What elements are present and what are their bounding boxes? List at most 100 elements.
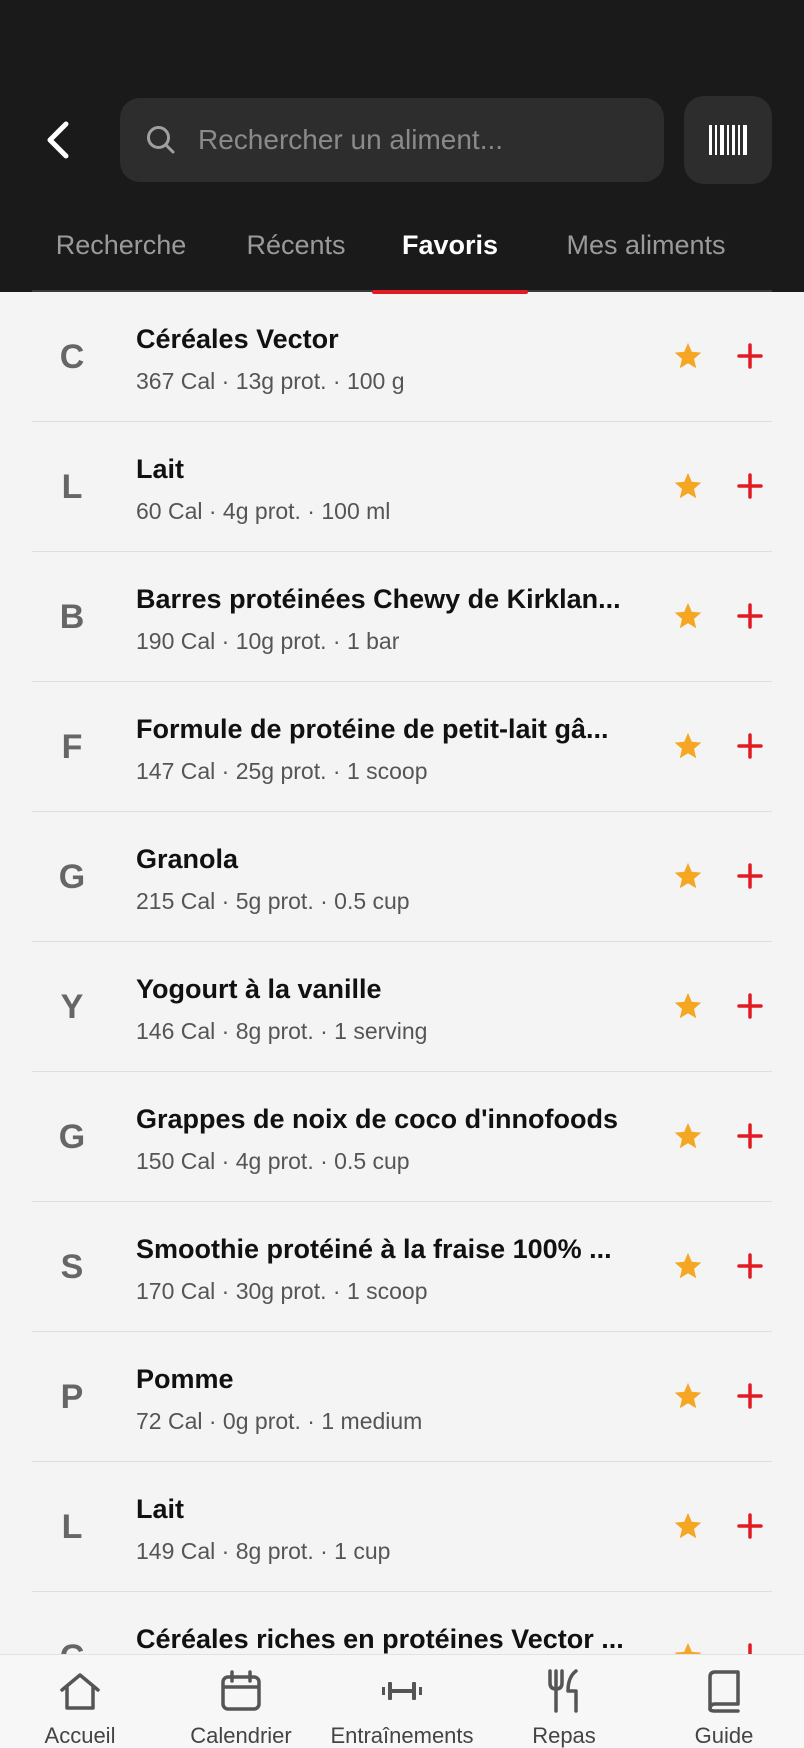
star-icon <box>674 862 702 889</box>
food-nutrition-summary: 150 Cal · 4g prot. · 0.5 cup <box>136 1148 410 1174</box>
food-row[interactable]: Y Yogourt à la vanille 146 Cal · 8g prot. … <box>32 942 772 1072</box>
food-initial: C <box>59 337 85 376</box>
nav-accueil[interactable]: Accueil <box>20 1655 140 1748</box>
favorite-star-button[interactable] <box>668 726 708 766</box>
tab-bar: Recherche Récents Favoris Mes aliments <box>32 222 772 294</box>
add-food-button[interactable] <box>730 596 770 636</box>
add-food-button[interactable] <box>730 1246 770 1286</box>
search-bar[interactable] <box>120 98 664 182</box>
food-name: Lait <box>136 454 185 484</box>
food-row[interactable]: L Lait 149 Cal · 8g prot. · 1 cup <box>32 1462 772 1592</box>
food-initial: C <box>32 1592 112 1655</box>
plus-icon <box>737 1123 763 1149</box>
fork-knife-icon <box>548 1669 578 1713</box>
favorite-star-button[interactable] <box>668 1116 708 1156</box>
food-row[interactable]: P Pomme 72 Cal · 0g prot. · 1 medium <box>32 1332 772 1462</box>
favorite-star-button[interactable] <box>668 1506 708 1546</box>
app-header: Recherche Récents Favoris Mes aliments <box>0 0 804 294</box>
favorite-star-button[interactable] <box>668 1636 708 1654</box>
nav-calendrier[interactable]: Calendrier <box>176 1655 306 1748</box>
food-name: Formule de protéine de petit-lait gâ... <box>136 714 609 744</box>
tab-recherche[interactable]: Recherche <box>56 222 187 292</box>
food-row[interactable]: G Grappes de noix de coco d'innofoods 150 … <box>32 1072 772 1202</box>
plus-icon <box>737 343 763 369</box>
food-initial: F <box>61 727 83 766</box>
star-icon <box>674 1122 702 1149</box>
plus-icon <box>748 1643 752 1654</box>
add-food-button[interactable] <box>730 336 770 376</box>
favorite-star-button[interactable] <box>668 986 708 1026</box>
home-icon <box>60 1673 100 1710</box>
food-name: Céréales riches en protéines Vector ... <box>136 1624 624 1654</box>
calendar-icon <box>221 1670 261 1711</box>
tab-mes-aliments[interactable]: Mes aliments <box>554 222 738 292</box>
food-nutrition-summary: 170 Cal · 30g prot. · 1 scoop <box>136 1278 428 1304</box>
tab-recents[interactable]: Récents <box>236 222 356 292</box>
food-row[interactable]: G Granola 215 Cal · 5g prot. · 0.5 cup <box>32 812 772 942</box>
plus-icon <box>737 1513 763 1539</box>
food-name: Yogourt à la vanille <box>136 974 382 1004</box>
food-nutrition-summary: 367 Cal · 13g prot. · 100 g <box>136 368 405 394</box>
star-icon <box>674 602 702 629</box>
favorite-star-button[interactable] <box>668 466 708 506</box>
chevron-left-icon <box>47 121 69 159</box>
food-row[interactable]: C Céréales Vector 367 Cal · 13g prot. · 10… <box>32 292 772 422</box>
food-initial: P <box>60 1377 84 1416</box>
food-name: Barres protéinées Chewy de Kirklan... <box>136 584 621 614</box>
plus-icon <box>737 603 763 629</box>
tab-favoris[interactable]: Favoris <box>372 222 528 294</box>
food-row[interactable]: F Formule de protéine de petit-lait gâ...… <box>32 682 772 812</box>
star-icon <box>674 732 702 759</box>
plus-icon <box>737 733 763 759</box>
nav-guide[interactable]: Guide <box>664 1655 784 1748</box>
food-row[interactable]: B Barres protéinées Chewy de Kirklan... 19… <box>32 552 772 682</box>
favorites-list: C Céréales Vector 367 Cal · 13g prot. · 10… <box>32 292 772 1654</box>
add-food-button[interactable] <box>730 1116 770 1156</box>
barcode-scan-button[interactable] <box>684 96 772 184</box>
dumbbell-icon <box>382 1682 422 1700</box>
star-icon <box>674 1252 702 1279</box>
food-name: Grappes de noix de coco d'innofoods <box>136 1104 618 1134</box>
add-food-button[interactable] <box>730 466 770 506</box>
barcode-icon <box>709 125 747 155</box>
food-row[interactable]: C Céréales riches en protéines Vector ... <box>32 1592 772 1654</box>
search-input[interactable] <box>198 124 638 156</box>
food-initial: G <box>58 1117 86 1156</box>
favorite-star-button[interactable] <box>668 1246 708 1286</box>
nav-repas[interactable]: Repas <box>504 1655 624 1748</box>
back-button[interactable] <box>36 112 80 168</box>
add-food-button[interactable] <box>730 1636 770 1654</box>
plus-icon <box>737 993 763 1019</box>
add-food-button[interactable] <box>730 1506 770 1546</box>
star-icon <box>674 1642 702 1654</box>
food-row[interactable]: S Smoothie protéiné à la fraise 100% ... 1… <box>32 1202 772 1332</box>
favorite-star-button[interactable] <box>668 856 708 896</box>
food-name: Granola <box>136 844 239 874</box>
add-food-button[interactable] <box>730 1376 770 1416</box>
plus-icon <box>737 1253 763 1279</box>
food-initial: L <box>61 467 83 506</box>
plus-icon <box>737 863 763 889</box>
food-initial: L <box>61 1507 83 1546</box>
favorite-star-button[interactable] <box>668 1376 708 1416</box>
add-food-button[interactable] <box>730 726 770 766</box>
star-icon <box>674 1382 702 1409</box>
plus-icon <box>737 473 763 499</box>
food-nutrition-summary: 146 Cal · 8g prot. · 1 serving <box>136 1018 428 1044</box>
food-nutrition-summary: 149 Cal · 8g prot. · 1 cup <box>136 1538 391 1564</box>
food-nutrition-summary: 60 Cal · 4g prot. · 100 ml <box>136 498 391 524</box>
nav-label: Accueil <box>44 1723 116 1748</box>
star-icon <box>674 992 702 1019</box>
nav-entrainements[interactable]: Entraînements <box>322 1655 482 1748</box>
favorite-star-button[interactable] <box>668 336 708 376</box>
add-food-button[interactable] <box>730 986 770 1026</box>
food-name: Pomme <box>136 1364 234 1394</box>
food-initial: Y <box>60 987 84 1026</box>
search-icon <box>147 126 175 154</box>
food-name: Lait <box>136 1494 185 1524</box>
food-row[interactable]: L Lait 60 Cal · 4g prot. · 100 ml <box>32 422 772 552</box>
bottom-navigation: Accueil Calendrier Entraînements Repas G… <box>0 1654 804 1748</box>
nav-label: Guide <box>694 1723 754 1748</box>
favorite-star-button[interactable] <box>668 596 708 636</box>
add-food-button[interactable] <box>730 856 770 896</box>
